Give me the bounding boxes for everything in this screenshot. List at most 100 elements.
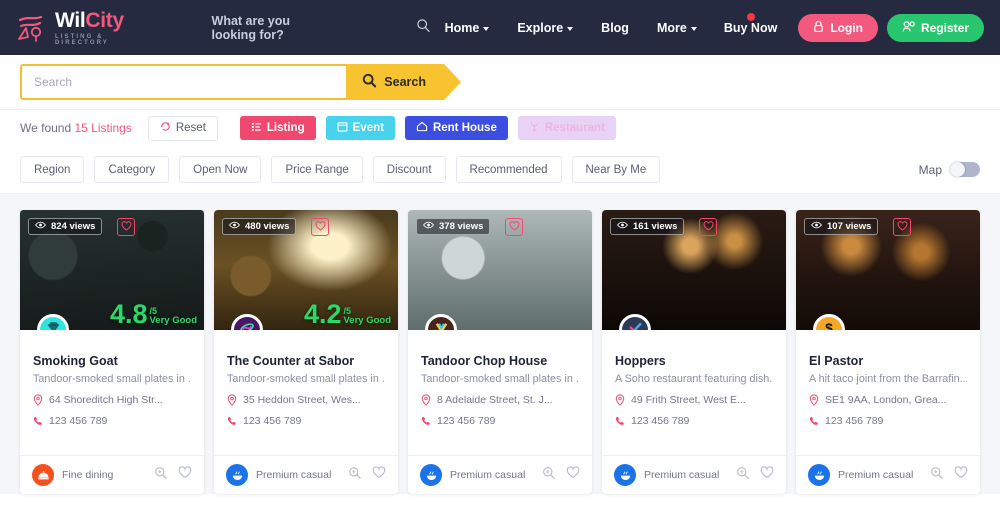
list-icon [251,121,262,135]
category-chip-listing[interactable]: Listing [239,116,316,140]
listing-card[interactable]: 480 views 4.2 /5 Very Good The Counter a… [214,210,398,494]
header-search-prompt[interactable]: What are you looking for? [212,14,431,42]
listing-image[interactable]: 824 views 4.8 /5 Very Good [20,210,204,330]
favorite-button[interactable] [699,218,717,236]
found-prefix: We found [20,121,75,135]
favorite-button[interactable] [505,218,523,236]
listing-phone-row: 123 456 789 [421,415,579,427]
search-input[interactable] [20,64,347,100]
listing-phone-row: 123 456 789 [33,415,191,427]
heart-icon[interactable] [372,466,386,484]
listing-category-label: Premium casual [838,469,914,481]
favorite-button[interactable] [893,218,911,236]
swirl-icon [239,320,255,330]
listing-title[interactable]: Hoppers [615,354,773,368]
listing-image[interactable]: 107 views $ [796,210,980,330]
listing-category[interactable]: Premium casual [808,464,913,486]
views-count: 107 views [827,221,872,232]
filter-region[interactable]: Region [20,156,85,183]
listing-body: Hoppers A Soho restaurant featuring dish… [602,330,786,427]
nav-item-more[interactable]: More [643,21,711,35]
listing-body: Smoking Goat Tandoor-smoked small plates… [20,330,204,427]
listing-title[interactable]: The Counter at Sabor [227,354,385,368]
listing-image[interactable]: 161 views [602,210,786,330]
category-chip-restaurant[interactable]: Restaurant [517,116,616,140]
hot-bowl-icon [808,464,830,486]
found-count: 15 Listings [74,121,132,135]
listing-card[interactable]: 161 views Hoppers A Soho restaurant feat… [602,210,786,494]
zoom-in-icon[interactable] [736,466,750,485]
listing-card[interactable]: 107 views $ El Pastor A hit taco joint f… [796,210,980,494]
listing-phone: 123 456 789 [49,415,108,427]
listing-address: 64 Shoreditch High Str... [49,394,163,406]
listing-phone-row: 123 456 789 [615,415,773,427]
svg-text:$: $ [825,320,833,331]
register-button[interactable]: Register [886,13,984,42]
filter-discount[interactable]: Discount [372,156,446,183]
category-chip-rent-house[interactable]: Rent House [404,116,508,140]
listing-image[interactable]: 378 views [408,210,592,330]
listing-title[interactable]: Tandoor Chop House [421,354,579,368]
listing-category[interactable]: Premium casual [420,464,525,486]
zoom-in-icon[interactable] [542,466,556,485]
chevron-badge-icon [434,320,449,330]
heart-icon[interactable] [178,466,192,484]
category-chip-event[interactable]: Event [325,116,395,140]
listing-card[interactable]: 378 views Tandoor Chop House Tandoor-smo… [408,210,592,494]
favorite-button[interactable] [311,218,329,236]
listing-actions [542,466,580,485]
listing-address: SE1 9AA, London, Grea... [825,394,947,406]
zoom-in-icon[interactable] [348,466,362,485]
filter-open-now[interactable]: Open Now [179,156,262,183]
heart-icon[interactable] [760,466,774,484]
listing-category[interactable]: Premium casual [226,464,331,486]
map-pin-icon [421,394,431,406]
search-button[interactable]: Search [346,64,461,100]
listing-title[interactable]: El Pastor [809,354,967,368]
map-toggle-switch[interactable] [950,162,980,177]
zoom-in-icon[interactable] [154,466,168,485]
login-label: Login [830,20,863,35]
listing-category-label: Premium casual [256,469,332,481]
listing-card[interactable]: 824 views 4.8 /5 Very Good Smoking Goat … [20,210,204,494]
reset-arrow-icon [160,121,171,135]
login-button[interactable]: Login [798,13,878,42]
map-toggle-label: Map [918,162,942,177]
listing-body: Tandoor Chop House Tandoor-smoked small … [408,330,592,427]
listing-phone: 123 456 789 [437,415,496,427]
listing-phone-row: 123 456 789 [809,415,967,427]
listing-image[interactable]: 480 views 4.2 /5 Very Good [214,210,398,330]
phone-icon [809,416,819,427]
zoom-in-icon[interactable] [930,466,944,485]
views-count: 161 views [633,221,678,232]
nav-item-buy-now[interactable]: Buy Now [711,12,790,35]
filter-recommended[interactable]: Recommended [455,156,562,183]
dish-cover-icon [32,464,54,486]
map-pin-icon [227,394,237,406]
listing-category[interactable]: Premium casual [614,464,719,486]
filter-price-range[interactable]: Price Range [271,156,363,183]
brand-name-part1: Wil [55,8,86,32]
heart-icon [509,218,520,236]
phone-icon [615,416,625,427]
nav-item-explore[interactable]: Explore [503,21,587,35]
filter-category[interactable]: Category [94,156,170,183]
listing-body: El Pastor A hit taco joint from the Barr… [796,330,980,427]
brand-logo[interactable]: WilCity LISTING & DIRECTORY [14,10,145,46]
heart-icon[interactable] [954,466,968,484]
heart-icon[interactable] [566,466,580,484]
listing-title[interactable]: Smoking Goat [33,354,191,368]
listing-rating: 4.2 /5 Very Good [304,301,391,328]
search-icon[interactable] [416,18,431,38]
listing-address-row: 35 Heddon Street, Wes... [227,394,385,406]
results-count-text: We found 15 Listings [20,121,132,135]
listing-address: 35 Heddon Street, Wes... [243,394,361,406]
listing-category[interactable]: Fine dining [32,464,113,486]
reset-button[interactable]: Reset [147,115,218,141]
nav-item-blog[interactable]: Blog [587,21,643,35]
eye-icon [229,221,240,232]
nav-item-home[interactable]: Home [431,21,504,35]
favorite-button[interactable] [117,218,135,236]
listing-rating: 4.8 /5 Very Good [110,301,197,328]
filter-near-by-me[interactable]: Near By Me [571,156,661,183]
